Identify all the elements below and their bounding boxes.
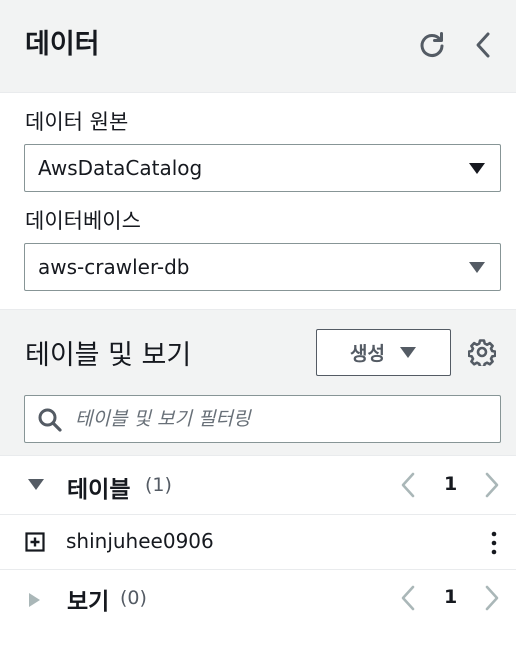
chevron-right-icon[interactable]	[480, 583, 504, 613]
table-list-item[interactable]: shinjuhee0906	[0, 514, 516, 569]
chevron-left-icon[interactable]	[396, 470, 420, 500]
views-group-count: (0)	[120, 587, 147, 609]
table-name[interactable]: shinjuhee0906	[66, 529, 214, 553]
table-filter-search	[24, 395, 501, 443]
database-value: aws-crawler-db	[38, 255, 190, 279]
views-group-title: 보기	[67, 589, 110, 615]
tables-group-count: (1)	[145, 474, 172, 496]
table-filter-input[interactable]	[75, 404, 485, 434]
caret-down-icon	[469, 163, 485, 174]
panel-bottom-spacer	[0, 628, 516, 647]
collapse-panel-button[interactable]	[468, 28, 498, 62]
search-icon	[38, 408, 62, 432]
data-source-select[interactable]: AwsDataCatalog	[24, 144, 501, 192]
gear-icon	[468, 339, 496, 366]
caret-down-icon[interactable]	[26, 476, 46, 492]
data-source-label: 데이터 원본	[25, 110, 129, 134]
caret-down-icon	[469, 262, 485, 273]
database-select[interactable]: aws-crawler-db	[24, 243, 501, 291]
refresh-icon	[420, 32, 444, 58]
tables-group-row: 테이블 (1) 1	[0, 455, 516, 515]
tables-group-title: 테이블	[67, 477, 131, 503]
tables-and-views-heading: 테이블 및 보기	[25, 340, 192, 371]
panel-title: 데이터	[25, 29, 100, 60]
data-source-value: AwsDataCatalog	[38, 156, 203, 180]
data-source-section: 데이터 원본 AwsDataCatalog 데이터베이스 aws-crawler…	[0, 93, 516, 309]
tables-page-number[interactable]: 1	[444, 473, 457, 495]
chevron-left-icon	[476, 32, 490, 58]
settings-button[interactable]	[466, 336, 498, 368]
create-button-label: 생성	[350, 343, 385, 365]
database-label: 데이터베이스	[25, 209, 141, 233]
chevron-right-icon[interactable]	[480, 470, 504, 500]
plus-square-icon[interactable]	[25, 532, 45, 552]
panel-header: 데이터	[0, 0, 516, 93]
more-vertical-icon[interactable]	[484, 529, 504, 557]
data-panel: 데이터 데이터 원본 AwsDataCatalog 데이터베이스 aws-cra…	[0, 0, 516, 629]
chevron-left-icon[interactable]	[396, 583, 420, 613]
caret-right-icon[interactable]	[26, 591, 42, 609]
refresh-button[interactable]	[415, 28, 449, 62]
views-group-row: 보기 (0) 1	[0, 569, 516, 629]
tables-and-views-section: 테이블 및 보기 생성	[0, 309, 516, 455]
create-button[interactable]: 생성	[316, 329, 451, 376]
views-page-number[interactable]: 1	[444, 586, 457, 608]
caret-down-icon	[399, 347, 416, 358]
